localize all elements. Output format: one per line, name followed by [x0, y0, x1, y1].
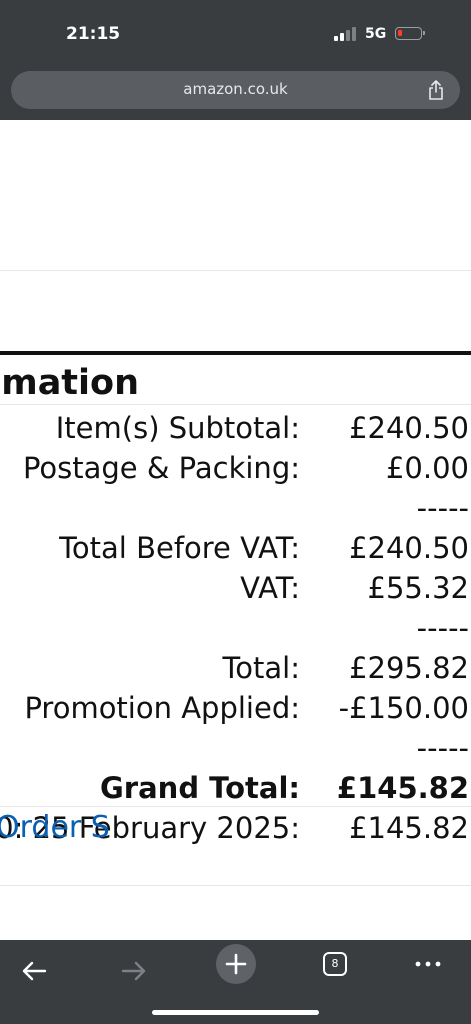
- order-summary-link[interactable]: Order S: [0, 808, 110, 848]
- summary-row-vat: VAT: £55.32: [0, 568, 471, 608]
- row-divider: [0, 806, 471, 807]
- summary-row-promotion: Promotion Applied: -£150.00: [0, 688, 471, 728]
- summary-row-separator: -----: [0, 488, 471, 528]
- tabs-button[interactable]: 8: [323, 952, 347, 976]
- browser-toolbar: 8: [0, 940, 471, 1024]
- row-value: £0.00: [385, 451, 469, 485]
- summary-row-grand-total: Grand Total: £145.82: [0, 768, 471, 808]
- home-indicator: [152, 1010, 319, 1015]
- summary-row-separator: -----: [0, 608, 471, 648]
- summary-row-before-vat: Total Before VAT: £240.50: [0, 528, 471, 568]
- address-bar[interactable]: amazon.co.uk: [11, 71, 460, 109]
- more-icon[interactable]: [412, 954, 446, 974]
- forward-arrow-icon[interactable]: [112, 948, 156, 992]
- summary-row-postage: Postage & Packing: £0.00: [0, 448, 471, 488]
- cellular-signal-icon: [334, 27, 358, 41]
- row-value: £295.82: [349, 651, 469, 685]
- battery-icon: [395, 27, 425, 40]
- share-icon[interactable]: [427, 80, 445, 100]
- browser-top-chrome: 21:15 5G amazon.co.uk: [0, 0, 471, 120]
- row-label: Total Before VAT:: [59, 531, 300, 565]
- summary-row-separator: -----: [0, 728, 471, 768]
- row-value: -----: [416, 491, 469, 525]
- row-value: £240.50: [349, 531, 469, 565]
- section-divider: [0, 885, 471, 886]
- back-arrow-icon[interactable]: [12, 948, 56, 992]
- status-time: 21:15: [66, 24, 121, 44]
- heading-divider: [0, 404, 471, 405]
- section-divider: [0, 270, 471, 271]
- row-label: Postage & Packing:: [22, 451, 300, 485]
- row-value: £145.82: [336, 771, 469, 805]
- url-text: amazon.co.uk: [183, 80, 288, 98]
- summary-row-subtotal: Item(s) Subtotal: £240.50: [0, 408, 471, 448]
- row-label: Total:: [222, 651, 301, 685]
- plus-icon: [225, 953, 247, 975]
- row-value: £55.32: [367, 571, 469, 605]
- order-summary-heading: mation: [1, 363, 139, 403]
- row-value: -£150.00: [338, 691, 469, 725]
- row-value: -----: [416, 731, 469, 765]
- row-label: Grand Total:: [100, 771, 300, 805]
- row-value: £145.82: [349, 811, 469, 845]
- row-value: £240.50: [349, 411, 469, 445]
- new-tab-button[interactable]: [216, 944, 256, 984]
- row-value: -----: [416, 611, 469, 645]
- row-label: Item(s) Subtotal:: [55, 411, 300, 445]
- heading-rule: [0, 351, 471, 355]
- summary-row-total: Total: £295.82: [0, 648, 471, 688]
- row-label: Promotion Applied:: [24, 691, 300, 725]
- network-type: 5G: [365, 26, 387, 42]
- row-label: VAT:: [240, 571, 300, 605]
